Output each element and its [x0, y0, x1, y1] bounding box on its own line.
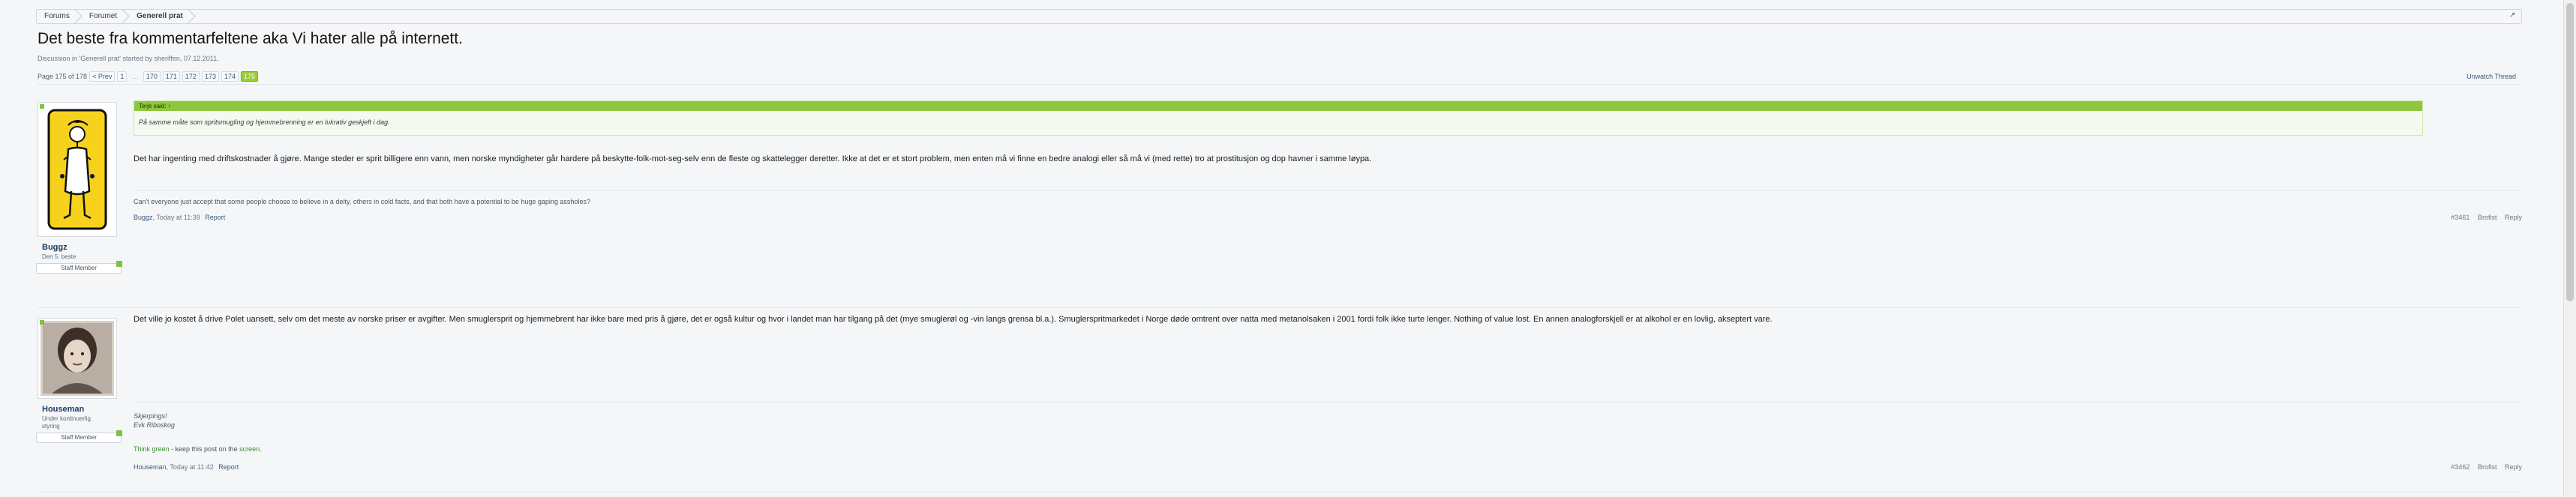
reply-button[interactable]: Reply — [2505, 214, 2522, 221]
report-link[interactable]: Report — [218, 463, 239, 471]
page-171-button[interactable]: 171 — [162, 71, 180, 82]
post-houseman: Houseman Under kontinuerlig styring Staf… — [36, 315, 2522, 493]
reply-button[interactable]: Reply — [2505, 463, 2522, 471]
signature-line-3: Think green - keep this post on the scre… — [134, 445, 262, 453]
signature-divider — [134, 402, 2522, 403]
page-1-button[interactable]: 1 — [117, 71, 128, 82]
post-actions: #3461 Brofist Reply — [2445, 214, 2522, 221]
signature-end: . — [260, 445, 262, 453]
houseman-avatar-image — [41, 321, 114, 396]
staff-member-badge: Staff Member — [36, 430, 122, 443]
report-link[interactable]: Report — [205, 214, 225, 221]
prev-page-button[interactable]: < Prev — [89, 71, 116, 82]
post-actions: #3462 Brofist Reply — [2445, 463, 2522, 471]
signature-line-1: Skjerpings! — [134, 412, 167, 420]
breadcrumb: Forums Forumet Generell prat ↗ — [36, 9, 2522, 24]
user-info: Buggz Den 5. beste Staff Member — [36, 102, 122, 274]
avatar[interactable] — [38, 102, 117, 237]
screen-link[interactable]: screen — [239, 445, 260, 453]
staff-member-badge: Staff Member — [36, 261, 122, 274]
signature-divider — [134, 190, 2522, 191]
signature: Can't everyone just accept that some peo… — [134, 198, 590, 205]
post-author-link[interactable]: Buggz, — [134, 214, 155, 221]
user-title: Den 5. beste — [42, 253, 77, 260]
breadcrumb-generell-prat[interactable]: Generell prat — [129, 10, 195, 23]
divider — [38, 84, 2522, 85]
page-173-button[interactable]: 173 — [201, 71, 219, 82]
pagination: Page 175 of 178 < Prev 1 ... 170 171 172… — [38, 71, 259, 82]
quote-block: Terje said: ↑ På samme måte som spritsmu… — [134, 100, 2423, 136]
breadcrumb-forumet[interactable]: Forumet — [82, 10, 129, 23]
post-divider — [38, 492, 2522, 493]
page-174-button[interactable]: 174 — [221, 71, 239, 82]
page-scrollbar[interactable] — [2563, 0, 2576, 497]
unwatch-thread-link[interactable]: Unwatch Thread — [2466, 73, 2516, 80]
quote-author[interactable]: Terje said: ↑ — [134, 101, 2422, 111]
signature-line-2: Evk Riboskog — [134, 421, 176, 429]
online-indicator-icon — [40, 320, 44, 325]
post-time[interactable]: Today at 11:42 — [170, 463, 213, 471]
signature-text: - keep this post on the — [169, 445, 240, 453]
breadcrumb-forums[interactable]: Forums — [37, 10, 82, 23]
post-author-link[interactable]: Houseman, — [134, 463, 168, 471]
post-meta: Buggz, Today at 11:39 Report — [134, 214, 225, 221]
username[interactable]: Houseman — [42, 405, 117, 414]
scrollbar-thumb[interactable] — [2566, 3, 2574, 301]
pagination-ellipsis: ... — [132, 73, 138, 80]
brofist-button[interactable]: Brofist — [2478, 214, 2497, 221]
external-arrow-icon[interactable]: ↗ — [2509, 12, 2517, 19]
page-172-button[interactable]: 172 — [182, 71, 200, 82]
post-number-link[interactable]: #3462 — [2451, 463, 2469, 471]
message-text: Det har ingenting med driftskostnader å … — [134, 154, 1372, 163]
username[interactable]: Buggz — [42, 243, 117, 252]
page-count-label: Page 175 of 178 — [38, 73, 88, 80]
post-buggz: Buggz Den 5. beste Staff Member Terje sa… — [36, 99, 2522, 308]
page-170-button[interactable]: 170 — [143, 71, 161, 82]
forum-page: Forums Forumet Generell prat ↗ Det beste… — [29, 0, 2522, 497]
message-text: Det ville jo kostet å drive Polet uanset… — [134, 315, 1773, 324]
post-divider — [38, 307, 2522, 308]
thread-title: Det beste fra kommentarfeltene aka Vi ha… — [38, 30, 463, 47]
think-green-link[interactable]: Think green — [134, 445, 170, 453]
user-info: Houseman Under kontinuerlig styring Staf… — [36, 318, 122, 443]
quote-text: På samme måte som spritsmugling og hjemm… — [134, 111, 2422, 135]
buggz-avatar-image — [41, 105, 114, 234]
user-title: Under kontinuerlig styring — [42, 415, 91, 430]
page-175-current[interactable]: 175 — [241, 71, 259, 82]
post-time[interactable]: Today at 11:39 — [156, 214, 200, 221]
avatar[interactable] — [38, 318, 117, 399]
online-indicator-icon — [40, 104, 44, 109]
post-meta: Houseman, Today at 11:42 Report — [134, 463, 239, 471]
brofist-button[interactable]: Brofist — [2478, 463, 2497, 471]
post-number-link[interactable]: #3461 — [2451, 214, 2469, 221]
thread-description: Discussion in 'Generell prat' started by… — [38, 55, 219, 62]
